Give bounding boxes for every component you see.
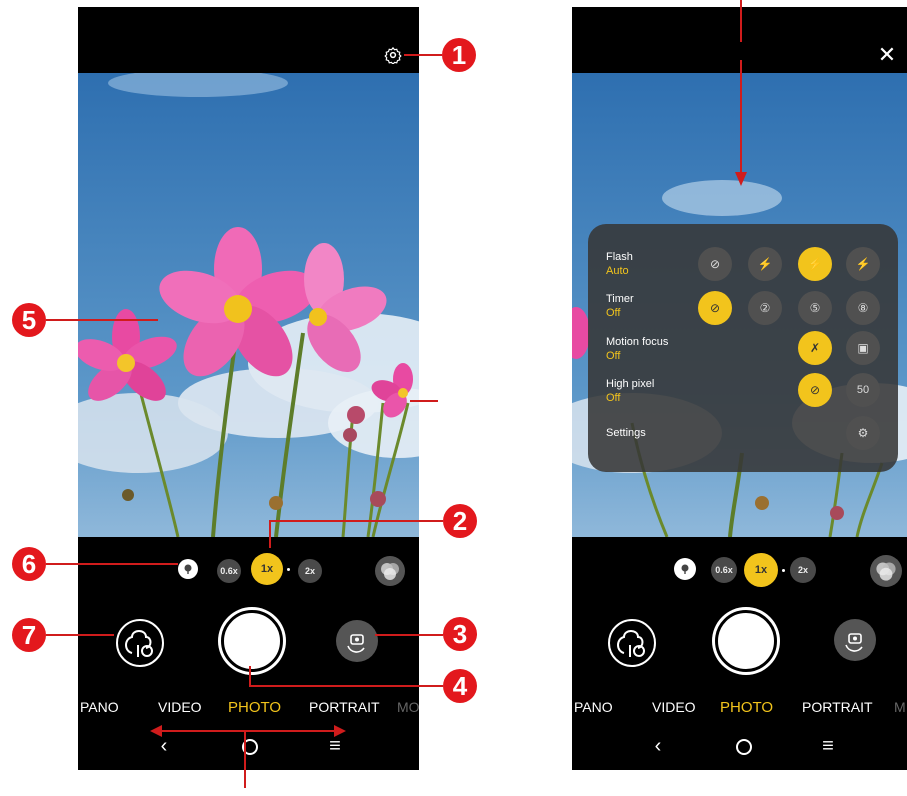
timer-label: Timer [606, 293, 634, 305]
swipe-arrow [150, 725, 346, 788]
switch-camera-button[interactable] [834, 619, 876, 661]
motion-focus-value: Off [606, 350, 621, 362]
callout-6: 6 [12, 547, 46, 581]
mode-video[interactable]: VIDEO [652, 699, 696, 715]
mode-video[interactable]: VIDEO [158, 699, 202, 715]
callout-line-2 [269, 520, 443, 522]
motion-focus-label: Motion focus [606, 336, 669, 348]
shutter-button[interactable] [221, 610, 283, 672]
callout-3: 3 [443, 617, 477, 651]
viewfinder[interactable] [78, 73, 419, 537]
high-pixel-value: Off [606, 392, 621, 404]
mode-more[interactable]: M [894, 699, 906, 715]
nav-home-icon[interactable] [736, 739, 752, 755]
high-pixel-off-icon[interactable]: ⊘ [798, 373, 832, 407]
zoom-2x-button[interactable]: 2x [790, 557, 816, 583]
filter-button[interactable] [870, 555, 902, 587]
timer-8s-icon[interactable]: ⑧ [846, 291, 880, 325]
gallery-thumbnail[interactable] [608, 619, 656, 667]
callout-4: 4 [443, 669, 477, 703]
mode-portrait[interactable]: PORTRAIT [309, 699, 380, 715]
callout-line-3 [375, 634, 443, 636]
macro-mode-icon[interactable] [178, 559, 198, 579]
callout-2: 2 [443, 504, 477, 538]
callout-line-6 [46, 563, 178, 565]
mode-more[interactable]: MO [397, 699, 419, 715]
filter-button[interactable] [375, 556, 405, 586]
shutter-button[interactable] [715, 610, 777, 672]
flash-value: Auto [606, 265, 629, 277]
mode-pano[interactable]: PANO [574, 699, 613, 715]
zoom-2x-button[interactable]: 2x [298, 559, 322, 583]
motion-focus-on-icon[interactable]: ▣ [846, 331, 880, 365]
pointer-line-flower [410, 400, 438, 402]
gallery-thumbnail[interactable] [116, 619, 164, 667]
callout-line-5 [46, 319, 158, 321]
zoom-1x-button[interactable]: 1x [744, 553, 778, 587]
timer-5s-icon[interactable]: ⑤ [798, 291, 832, 325]
close-icon[interactable]: ✕ [877, 44, 897, 66]
callout-5: 5 [12, 303, 46, 337]
flash-label: Flash [606, 251, 633, 263]
camera-screen-left: 0.6x 1x 2x PANO VIDEO PHOTO PORTRAIT MO … [78, 7, 419, 770]
zoom-1x-button[interactable]: 1x [251, 553, 283, 585]
zoom-0.6x-button[interactable]: 0.6x [217, 559, 241, 583]
macro-mode-icon[interactable] [674, 558, 696, 580]
mode-photo[interactable]: PHOTO [720, 699, 773, 716]
zoom-dot [782, 569, 785, 572]
settings-gear-icon[interactable]: ⚙ [846, 416, 880, 450]
timer-value: Off [606, 307, 621, 319]
callout-1: 1 [442, 38, 476, 72]
nav-back-icon[interactable]: ‹ [646, 735, 670, 757]
high-pixel-50mp-icon[interactable]: 50 [846, 373, 880, 407]
timer-2s-icon[interactable]: ② [748, 291, 782, 325]
switch-camera-button[interactable] [336, 620, 378, 662]
mode-pano[interactable]: PANO [80, 699, 119, 715]
nav-recents-icon[interactable]: ≡ [816, 735, 840, 757]
callout-line-4v [249, 666, 251, 686]
swipe-down-arrow [735, 0, 747, 186]
flash-torch-icon[interactable]: ⚡ [846, 247, 880, 281]
mode-photo[interactable]: PHOTO [228, 699, 281, 716]
callout-7: 7 [12, 618, 46, 652]
flash-on-icon[interactable]: ⚡ [748, 247, 782, 281]
motion-focus-off-icon[interactable]: ✗ [798, 331, 832, 365]
callout-line-2v [269, 520, 271, 548]
callout-line-4 [249, 685, 443, 687]
zoom-0.6x-button[interactable]: 0.6x [711, 557, 737, 583]
mode-portrait[interactable]: PORTRAIT [802, 699, 873, 715]
callout-line-7 [46, 634, 114, 636]
flash-off-icon[interactable]: ⊘ [698, 247, 732, 281]
zoom-dot [287, 568, 290, 571]
settings-label: Settings [606, 427, 646, 439]
timer-off-icon[interactable]: ⊘ [698, 291, 732, 325]
settings-gear-icon[interactable] [384, 46, 402, 66]
callout-line-1 [404, 54, 442, 56]
quick-settings-panel: Flash Auto ⊘ ⚡ ⚡ ⚡ Timer Off ⊘ ② ⑤ ⑧ Mot… [588, 224, 898, 472]
flash-auto-icon[interactable]: ⚡ [798, 247, 832, 281]
high-pixel-label: High pixel [606, 378, 655, 390]
